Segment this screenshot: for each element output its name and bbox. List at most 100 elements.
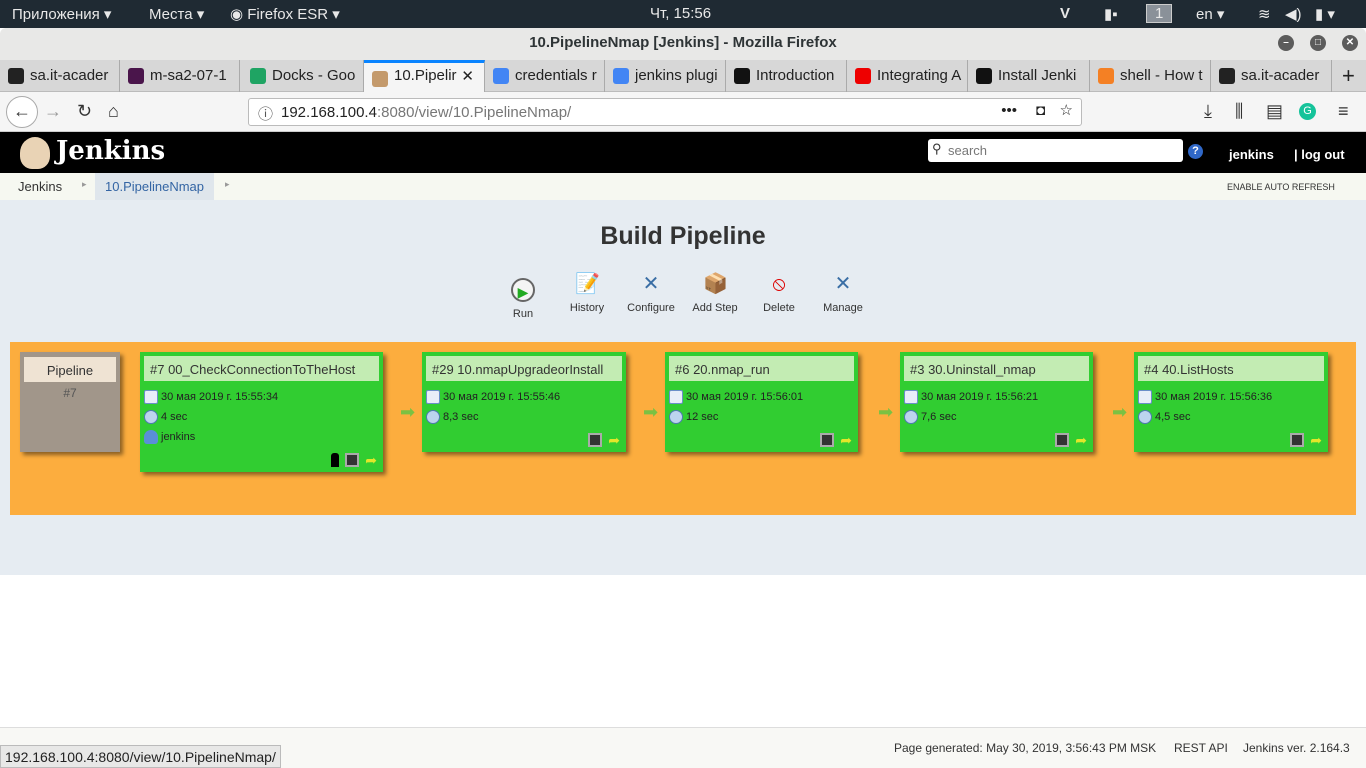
tab-2[interactable]: Docks - Goo [242, 60, 364, 92]
user-link[interactable]: jenkins [1229, 147, 1274, 162]
sidebar-icon[interactable]: ▤ [1266, 101, 1283, 122]
tab-6[interactable]: Introduction [726, 60, 847, 92]
retry-arrow-icon[interactable]: ➦ [608, 433, 620, 447]
camera-icon[interactable]: ▮▪ [1104, 5, 1118, 23]
window-title: 10.PipelineNmap [Jenkins] - Mozilla Fire… [529, 34, 837, 51]
close-window-icon[interactable]: ✕ [1342, 35, 1358, 51]
delete-button[interactable]: ⦸ Delete [744, 272, 814, 314]
breadcrumb-view[interactable]: 10.PipelineNmap [95, 173, 215, 200]
manage-button[interactable]: ✕ Manage [808, 272, 878, 314]
forward-icon[interactable]: → [44, 101, 62, 122]
history-button[interactable]: 📝 History [552, 272, 622, 314]
close-tab-icon[interactable]: ✕ [461, 67, 474, 85]
stage-title[interactable]: #4 40.ListHosts [1138, 356, 1324, 381]
logout-link[interactable]: | log out [1294, 147, 1345, 162]
jenkins-version[interactable]: Jenkins ver. 2.164.3 [1243, 741, 1350, 755]
tab-1[interactable]: m-sa2-07-1 [120, 60, 240, 92]
tab-3[interactable]: 10.Pipelir ✕ [364, 60, 485, 92]
retry-arrow-icon[interactable]: ➦ [1075, 433, 1087, 447]
tab-8[interactable]: Install Jenki [968, 60, 1090, 92]
breadcrumb-jenkins[interactable]: Jenkins [18, 179, 62, 194]
enable-auto-refresh-link[interactable]: ENABLE AUTO REFRESH [1227, 182, 1335, 192]
vpn-icon[interactable]: V [1060, 5, 1070, 22]
add-step-button[interactable]: 📦 Add Step [680, 272, 750, 314]
rest-api-link[interactable]: REST API [1174, 741, 1228, 755]
tab-7[interactable]: Integrating A [847, 60, 968, 92]
alarm-clock-icon [144, 410, 158, 424]
volume-icon[interactable]: ◀) [1285, 5, 1302, 23]
lock-icon[interactable] [331, 453, 340, 467]
tab-label: jenkins plugi [635, 67, 718, 84]
bookmark-star-icon[interactable]: ☆ [1060, 101, 1073, 119]
stage-title[interactable]: #29 10.nmapUpgradeorInstall [426, 356, 622, 381]
breadcrumb-arrow-icon[interactable]: ▸ [82, 179, 87, 190]
pipeline-label: Pipeline [24, 357, 116, 382]
tab-0[interactable]: sa.it-acader [0, 60, 120, 92]
status-bar-url: 192.168.100.4:8080/view/10.PipelineNmap/ [0, 745, 281, 768]
stage-card[interactable]: #6 20.nmap_run 30 мая 2019 г. 15:56:01 1… [665, 352, 858, 452]
tab-5[interactable]: jenkins plugi [605, 60, 726, 92]
wifi-icon[interactable]: ≋ [1258, 5, 1271, 23]
downloads-icon[interactable]: ⤓ [1204, 101, 1212, 122]
new-tab-button[interactable]: + [1336, 60, 1366, 92]
library-icon[interactable]: ⫼ [1235, 101, 1243, 122]
url-bar[interactable]: ⓘ 192.168.100.4:8080/view/10.PipelineNma… [248, 98, 1082, 126]
breadcrumb-arrow-icon[interactable]: ▸ [225, 179, 230, 190]
pipeline-arrow-icon: ➡ [1112, 402, 1128, 422]
stage-card[interactable]: #3 30.Uninstall_nmap 30 мая 2019 г. 15:5… [900, 352, 1093, 452]
menu-icon[interactable]: ≡ [1338, 101, 1349, 122]
page-generated: Page generated: May 30, 2019, 3:56:43 PM… [894, 741, 1157, 755]
configure-button[interactable]: ✕ Configure [616, 272, 686, 314]
navigation-bar: ← → ↻ ⌂ ⓘ 192.168.100.4:8080/view/10.Pip… [0, 92, 1366, 132]
stage-title[interactable]: #3 30.Uninstall_nmap [904, 356, 1089, 381]
search-input[interactable]: ⚲ search [928, 139, 1183, 162]
home-icon[interactable]: ⌂ [108, 101, 119, 122]
pocket-icon[interactable]: ◘ [1036, 102, 1045, 119]
console-icon[interactable] [1290, 433, 1305, 447]
console-icon[interactable] [1055, 433, 1070, 447]
jenkins-brand[interactable]: Jenkins [56, 136, 165, 166]
console-icon[interactable] [588, 433, 603, 447]
stage-duration: 4 sec [161, 411, 188, 423]
stage-title[interactable]: #7 00_CheckConnectionToTheHost [144, 356, 379, 381]
places-menu[interactable]: Места ▾ [149, 5, 204, 23]
stage-card[interactable]: #7 00_CheckConnectionToTheHost 30 мая 20… [140, 352, 383, 472]
language-menu[interactable]: en ▾ [1196, 5, 1224, 23]
tab-9[interactable]: shell - How t [1090, 60, 1211, 92]
browser-app-menu[interactable]: ◉ Firefox ESR ▾ [230, 5, 340, 23]
tab-label: sa.it-acader [1241, 67, 1320, 84]
maximize-icon[interactable]: □ [1310, 35, 1326, 51]
grammarly-icon[interactable]: G [1299, 103, 1316, 120]
reload-icon[interactable]: ↻ [77, 101, 92, 122]
applications-menu[interactable]: Приложения ▾ [12, 5, 111, 23]
search-placeholder: search [948, 143, 988, 158]
retry-arrow-icon[interactable]: ➦ [365, 453, 377, 467]
tab-4[interactable]: credentials r [485, 60, 605, 92]
stage-card[interactable]: #4 40.ListHosts 30 мая 2019 г. 15:56:36 … [1134, 352, 1328, 452]
stage-title[interactable]: #6 20.nmap_run [669, 356, 854, 381]
tab-10[interactable]: sa.it-acader [1211, 60, 1332, 92]
console-icon[interactable] [345, 453, 360, 467]
minimize-icon[interactable]: – [1278, 35, 1294, 51]
retry-arrow-icon[interactable]: ➦ [840, 433, 852, 447]
page-actions-icon[interactable]: ••• [1001, 102, 1017, 119]
stage-card[interactable]: #29 10.nmapUpgradeorInstall 30 мая 2019 … [422, 352, 626, 452]
battery-icon[interactable]: ▮ ▾ [1315, 5, 1335, 23]
workspace-indicator[interactable]: 1 [1146, 4, 1173, 23]
stackoverflow-icon [1098, 68, 1114, 84]
tab-label: Integrating A [877, 67, 962, 84]
jenkins-header: Jenkins ⚲ search ? jenkins | log out [0, 132, 1366, 173]
back-icon[interactable]: ← [6, 96, 38, 128]
clock[interactable]: Чт, 15:56 [650, 5, 711, 22]
console-icon[interactable] [820, 433, 835, 447]
pipeline-box[interactable]: Pipeline #7 [20, 352, 120, 452]
help-icon[interactable]: ? [1188, 144, 1203, 159]
retry-arrow-icon[interactable]: ➦ [1310, 433, 1322, 447]
jenkins-logo-icon[interactable] [20, 137, 50, 169]
pipeline-number: #7 [63, 386, 77, 400]
run-button[interactable]: ▶ Run [488, 278, 558, 320]
info-icon[interactable]: ⓘ [258, 103, 273, 124]
stage-date: 30 мая 2019 г. 15:56:36 [1155, 391, 1273, 403]
run-icon: ▶ [511, 278, 535, 302]
ansible-icon [734, 68, 750, 84]
